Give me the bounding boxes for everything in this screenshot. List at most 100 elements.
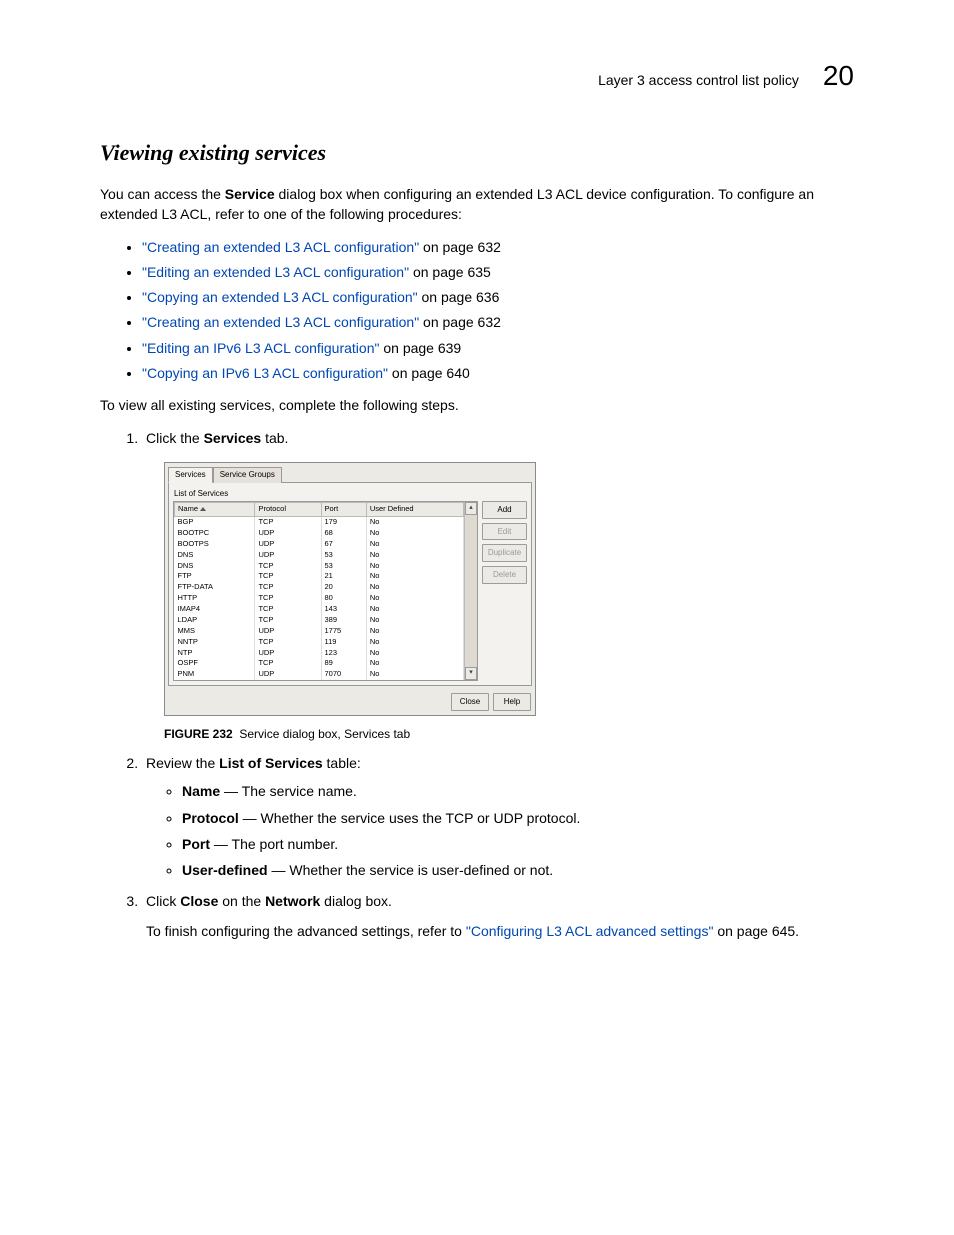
tab-panel: List of Services Name Protocol Port <box>168 482 532 687</box>
table-cell: UDP <box>255 528 321 539</box>
xref-link[interactable]: "Creating an extended L3 ACL configurati… <box>142 314 419 330</box>
list-item: "Editing an IPv6 L3 ACL configuration" o… <box>142 338 854 358</box>
text: on page 632 <box>419 314 501 330</box>
step-followup: To finish configuring the advanced setti… <box>146 921 854 941</box>
text: Name <box>178 504 198 513</box>
table-row[interactable]: BOOTPSUDP67No <box>175 539 464 550</box>
table-cell: BOOTPS <box>175 539 255 550</box>
table-cell: 67 <box>321 539 366 550</box>
table-row[interactable]: BOOTPCUDP68No <box>175 528 464 539</box>
tab-service-groups[interactable]: Service Groups <box>213 467 282 483</box>
text: on page 640 <box>388 365 470 381</box>
text: on the <box>218 893 265 909</box>
scroll-up-icon[interactable]: ▴ <box>465 502 477 515</box>
table-cell: PNM <box>175 669 255 680</box>
table-cell: No <box>366 517 463 528</box>
table-cell: BGP <box>175 517 255 528</box>
table-cell: 89 <box>321 658 366 669</box>
text: on page 632 <box>419 239 501 255</box>
list-item: "Creating an extended L3 ACL configurati… <box>142 312 854 332</box>
table-row[interactable]: FTP-DATATCP20No <box>175 582 464 593</box>
table-cell: UDP <box>255 648 321 659</box>
text-bold: Network <box>265 893 320 909</box>
table-cell: FTP <box>175 571 255 582</box>
table-cell: No <box>366 615 463 626</box>
xref-link[interactable]: "Editing an IPv6 L3 ACL configuration" <box>142 340 379 356</box>
text: on page 639 <box>379 340 461 356</box>
table-cell: 1775 <box>321 626 366 637</box>
table-row[interactable]: MMSUDP1775No <box>175 626 464 637</box>
table-cell: 123 <box>321 648 366 659</box>
table-cell: No <box>366 604 463 615</box>
dialog-side-buttons: Add Edit Duplicate Delete <box>482 501 527 681</box>
close-button[interactable]: Close <box>451 693 489 711</box>
xref-link[interactable]: "Creating an extended L3 ACL configurati… <box>142 239 419 255</box>
table-cell: 179 <box>321 517 366 528</box>
step-item: Click the Services tab. Services Service… <box>142 428 854 743</box>
table-cell: No <box>366 669 463 680</box>
services-table-container: Name Protocol Port User Defined BGPTCP17… <box>173 501 478 681</box>
table-cell: No <box>366 626 463 637</box>
table-cell: No <box>366 637 463 648</box>
xref-link[interactable]: "Copying an IPv6 L3 ACL configuration" <box>142 365 388 381</box>
xref-link[interactable]: "Copying an extended L3 ACL configuratio… <box>142 289 418 305</box>
section-title: Viewing existing services <box>100 140 854 166</box>
col-name[interactable]: Name <box>175 503 255 517</box>
text: — The port number. <box>210 836 338 852</box>
figure-caption-text: Service dialog box, Services tab <box>239 727 410 741</box>
table-cell: No <box>366 571 463 582</box>
table-cell: No <box>366 550 463 561</box>
add-button[interactable]: Add <box>482 501 527 519</box>
xref-link[interactable]: "Configuring L3 ACL advanced settings" <box>466 923 714 939</box>
table-cell: No <box>366 528 463 539</box>
steps-list: Click the Services tab. Services Service… <box>100 428 854 942</box>
table-cell: No <box>366 658 463 669</box>
xref-link[interactable]: "Editing an extended L3 ACL configuratio… <box>142 264 409 280</box>
table-cell: No <box>366 593 463 604</box>
table-cell: 20 <box>321 582 366 593</box>
table-cell: 68 <box>321 528 366 539</box>
table-row[interactable]: LDAPTCP389No <box>175 615 464 626</box>
table-cell: 7070 <box>321 669 366 680</box>
table-row[interactable]: NNTPTCP119No <box>175 637 464 648</box>
col-protocol[interactable]: Protocol <box>255 503 321 517</box>
text: on page 645. <box>713 923 799 939</box>
table-row[interactable]: FTPTCP21No <box>175 571 464 582</box>
text-bold: Name <box>182 783 220 799</box>
table-row[interactable]: NTPUDP123No <box>175 648 464 659</box>
table-cell: No <box>366 582 463 593</box>
table-cell: TCP <box>255 517 321 528</box>
tab-services[interactable]: Services <box>168 467 213 483</box>
table-row[interactable]: DNSUDP53No <box>175 550 464 561</box>
text: — The service name. <box>220 783 357 799</box>
scrollbar[interactable]: ▴ ▾ <box>464 502 477 680</box>
table-row[interactable]: HTTPTCP80No <box>175 593 464 604</box>
table-cell: HTTP <box>175 593 255 604</box>
text: on page 635 <box>409 264 491 280</box>
list-item: User-defined — Whether the service is us… <box>182 860 854 880</box>
chapter-number: 20 <box>823 60 854 92</box>
table-row[interactable]: OSPFTCP89No <box>175 658 464 669</box>
table-cell: TCP <box>255 658 321 669</box>
col-userdef[interactable]: User Defined <box>366 503 463 517</box>
scroll-down-icon[interactable]: ▾ <box>465 667 477 680</box>
text: tab. <box>261 430 288 446</box>
text-bold: Service <box>225 186 275 202</box>
table-cell: UDP <box>255 669 321 680</box>
table-row[interactable]: DNSTCP53No <box>175 561 464 572</box>
table-cell: NNTP <box>175 637 255 648</box>
text: To finish configuring the advanced setti… <box>146 923 466 939</box>
help-button[interactable]: Help <box>493 693 531 711</box>
table-cell: TCP <box>255 582 321 593</box>
col-port[interactable]: Port <box>321 503 366 517</box>
table-row[interactable]: IMAP4TCP143No <box>175 604 464 615</box>
delete-button[interactable]: Delete <box>482 566 527 584</box>
table-row[interactable]: PNMUDP7070No <box>175 669 464 680</box>
lead-paragraph: To view all existing services, complete … <box>100 395 854 415</box>
table-row[interactable]: BGPTCP179No <box>175 517 464 528</box>
table-cell: TCP <box>255 561 321 572</box>
table-cell: DNS <box>175 550 255 561</box>
duplicate-button[interactable]: Duplicate <box>482 544 527 562</box>
edit-button[interactable]: Edit <box>482 523 527 541</box>
services-table: Name Protocol Port User Defined BGPTCP17… <box>174 502 464 680</box>
